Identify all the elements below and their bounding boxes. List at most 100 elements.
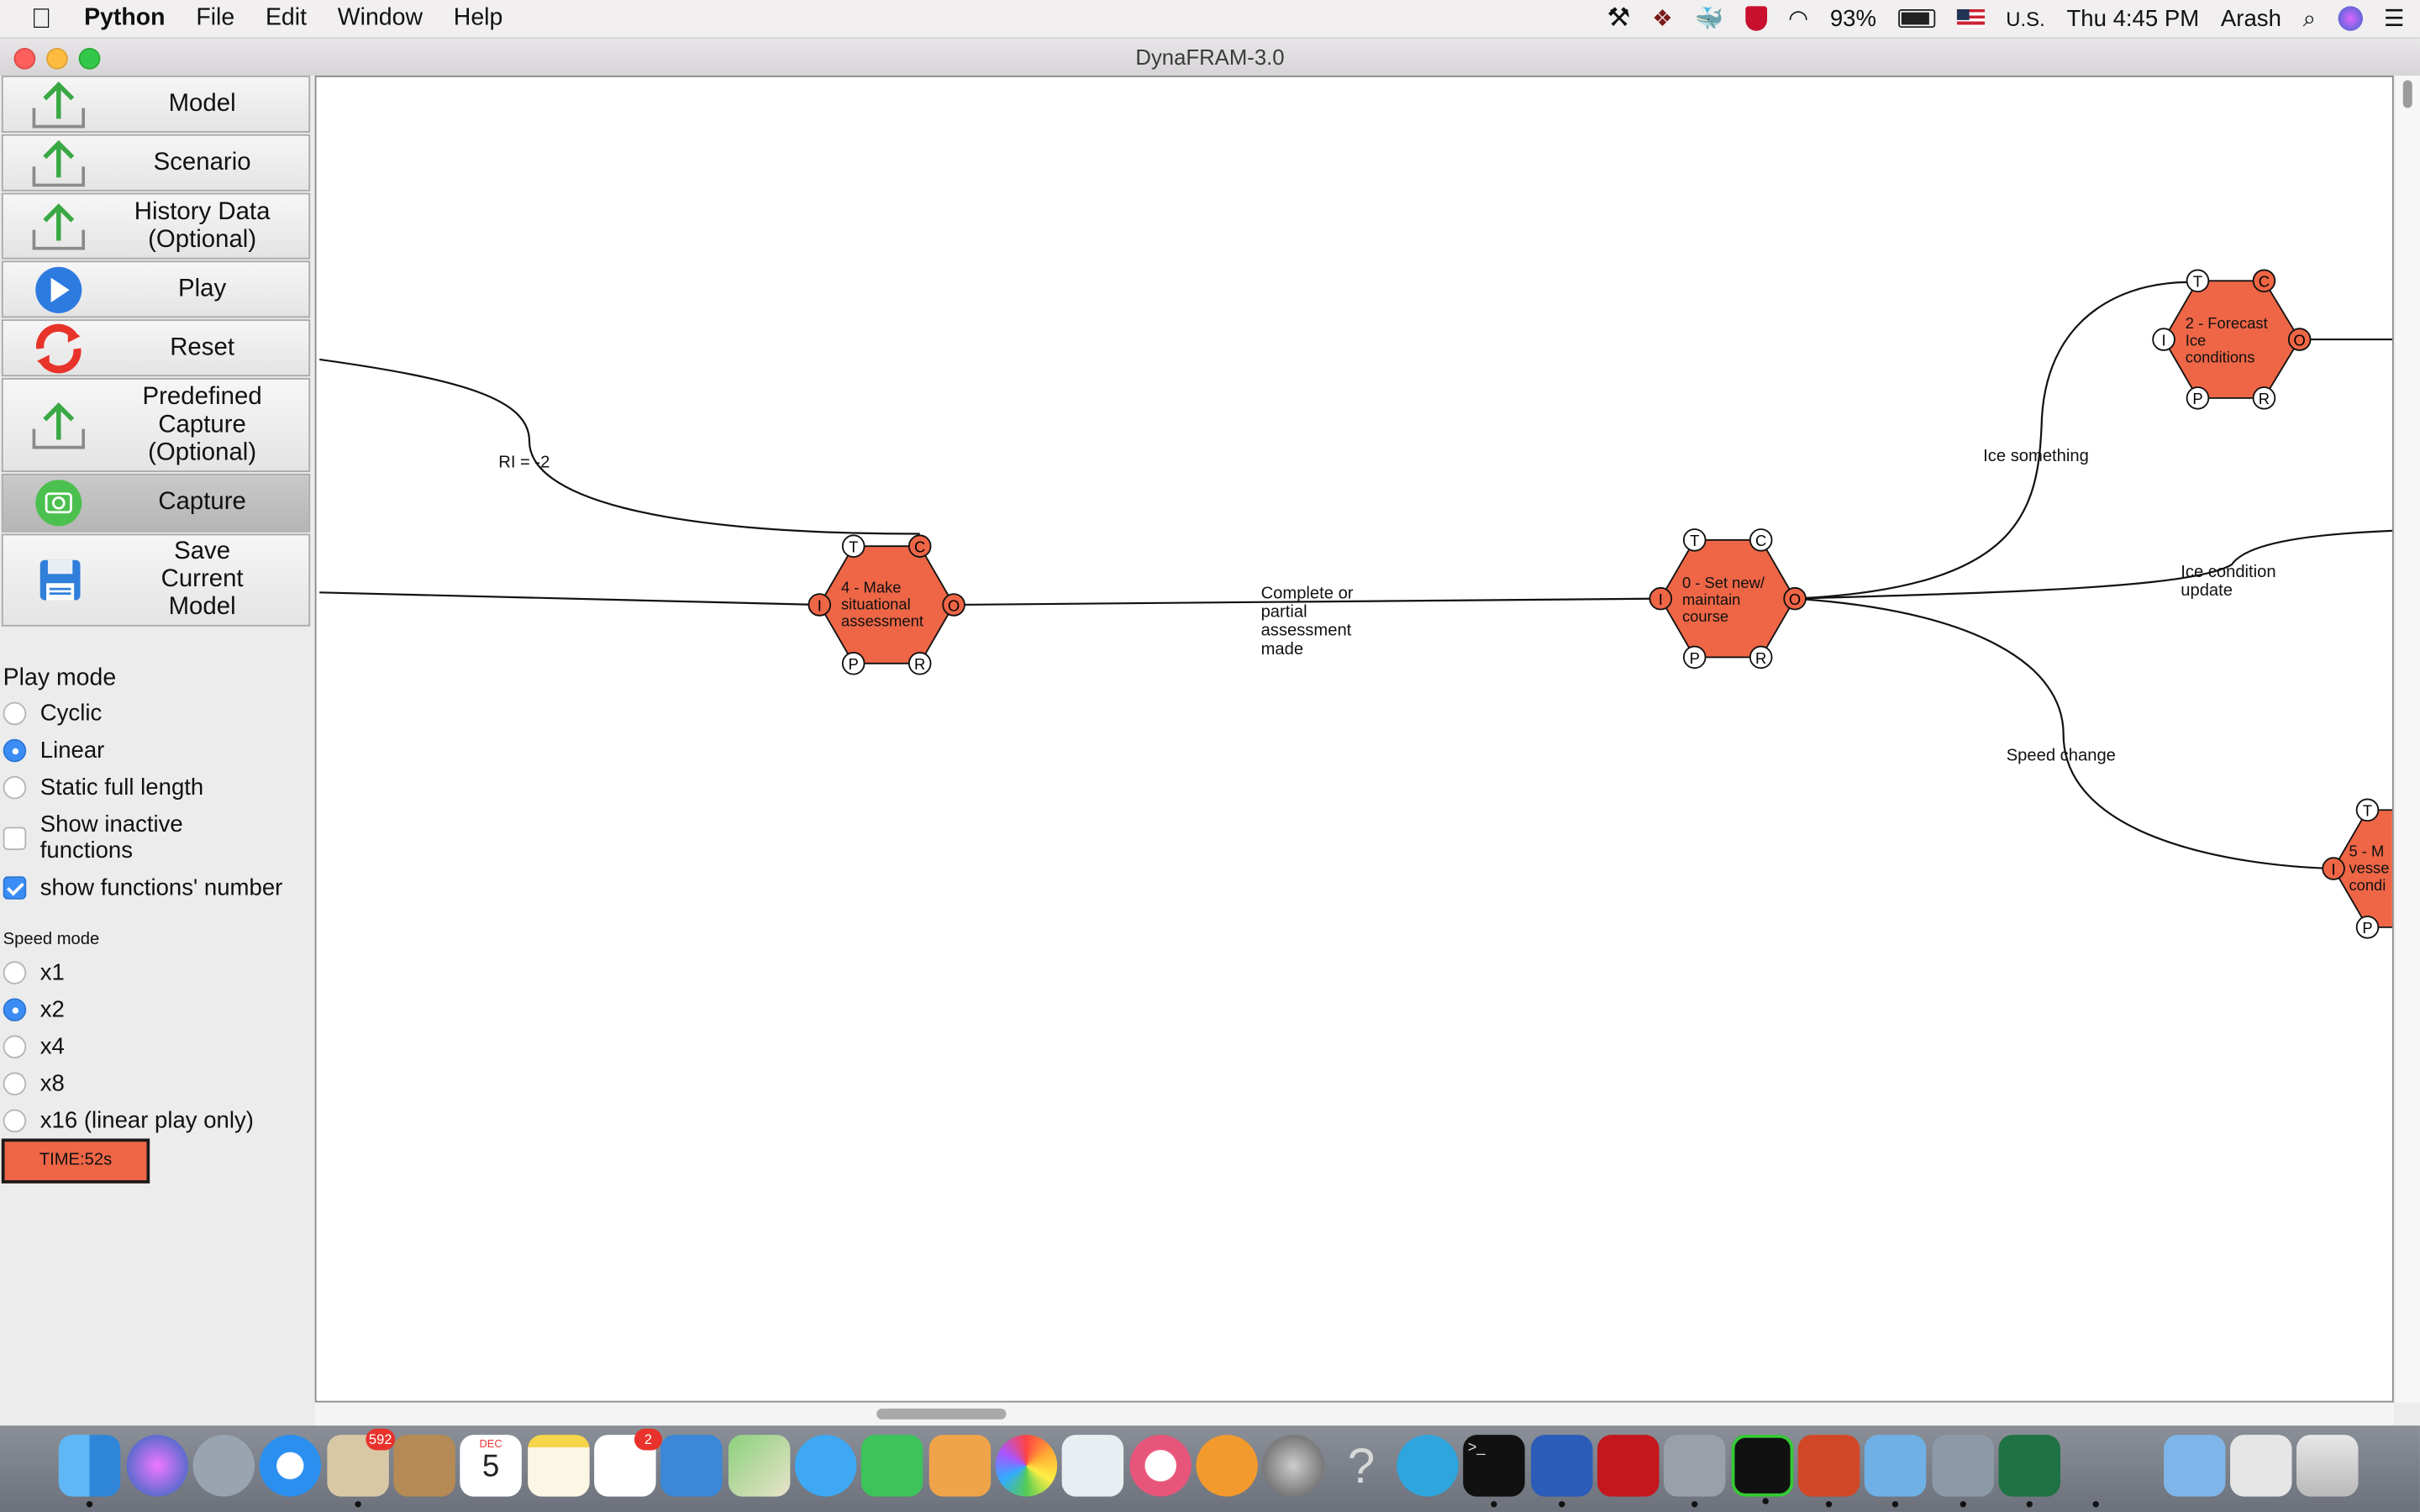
image-capture-icon[interactable] (1932, 1435, 1995, 1508)
user-name[interactable]: Arash (2221, 5, 2281, 31)
excel-icon[interactable] (1998, 1435, 2060, 1508)
speed-x8[interactable]: x8 (3, 1071, 65, 1097)
menu-file[interactable]: File (196, 5, 234, 33)
function-label: maintain (1682, 591, 1740, 608)
siri-icon[interactable] (2337, 6, 2363, 31)
keynote-icon[interactable] (660, 1435, 723, 1497)
antivirus-shield-icon[interactable] (1744, 6, 1767, 31)
help-icon[interactable]: ? (1330, 1435, 1392, 1496)
function-node-2[interactable]: 2 - Forecast Ice conditions T C I O P R (2152, 269, 2312, 410)
load-model-button[interactable]: Model (1, 75, 311, 133)
aspect-letter: I (1659, 591, 1663, 608)
checkbox[interactable] (3, 876, 27, 900)
aspect-letter: I (2161, 331, 2165, 349)
menu-help[interactable]: Help (454, 5, 503, 33)
preview-app-icon[interactable] (1864, 1435, 1927, 1508)
contacts-icon[interactable] (393, 1435, 455, 1497)
app-menu[interactable]: Python (84, 5, 165, 33)
save-current-model-button[interactable]: Save Current Model (1, 533, 311, 627)
ibooks-icon[interactable] (1196, 1435, 1258, 1497)
play-mode-static[interactable]: Static full length (3, 774, 203, 801)
hammer-icon[interactable]: ⚒ (1607, 3, 1630, 34)
system-preferences-icon[interactable] (1262, 1435, 1324, 1497)
preview-icon[interactable] (929, 1435, 992, 1497)
radio-button[interactable] (3, 701, 27, 726)
button-label: Model (168, 90, 236, 117)
scroll-thumb[interactable] (876, 1408, 1007, 1420)
finder-icon[interactable] (58, 1435, 121, 1508)
powerpoint-icon[interactable] (1797, 1435, 1860, 1508)
reminders-icon[interactable]: 2 (594, 1428, 662, 1497)
downloads-folder-icon[interactable] (2164, 1435, 2226, 1497)
battery-percent[interactable]: 93% (1830, 5, 1876, 31)
radio-button[interactable] (3, 738, 27, 763)
option-label: x4 (39, 1033, 65, 1060)
clock[interactable]: Thu 4:45 PM (2066, 5, 2199, 31)
play-button[interactable]: Play (1, 260, 311, 318)
radio-button[interactable] (3, 1072, 27, 1096)
radio-button[interactable] (3, 775, 27, 800)
maps-icon[interactable] (728, 1435, 791, 1497)
load-scenario-button[interactable]: Scenario (1, 134, 311, 192)
photos-icon[interactable] (995, 1435, 1058, 1497)
radio-button[interactable] (3, 1109, 27, 1133)
notes-icon[interactable] (528, 1435, 590, 1497)
docker-icon[interactable]: 🐳 (1695, 5, 1723, 32)
trash-icon[interactable] (2296, 1435, 2359, 1497)
itunes-icon[interactable] (1129, 1435, 1192, 1497)
speed-x16[interactable]: x16 (linear play only) (3, 1108, 254, 1134)
safari-icon[interactable] (259, 1435, 322, 1497)
function-node-4[interactable]: 4 - Make situational assessment T C I O P … (808, 534, 965, 675)
option-label: x8 (39, 1070, 65, 1097)
predefined-capture-button[interactable]: Predefined Capture (Optional) (1, 377, 311, 473)
documents-stack-icon[interactable] (2230, 1435, 2292, 1497)
reset-button[interactable]: Reset (1, 319, 311, 377)
dropbox-icon[interactable]: ❖ (1652, 5, 1673, 32)
load-history-data-button[interactable]: History Data (Optional) (1, 192, 311, 260)
model-canvas[interactable]: RI = -2 Complete or partial assessment m… (314, 75, 2394, 1403)
checkbox[interactable] (3, 827, 27, 851)
messages-icon[interactable] (794, 1435, 857, 1497)
notification-center-icon[interactable]: ☰ (2384, 5, 2405, 32)
siri-icon[interactable] (126, 1435, 189, 1497)
radio-button[interactable] (3, 998, 27, 1021)
python-launcher-icon[interactable] (2065, 1435, 2127, 1508)
capture-button[interactable]: Capture (1, 473, 311, 533)
speed-x2[interactable]: x2 (3, 997, 65, 1023)
pycharm-icon[interactable] (1731, 1435, 1794, 1504)
apple-menu-icon[interactable]:  (31, 3, 52, 35)
fram-diagram[interactable]: RI = -2 Complete or partial assessment m… (317, 77, 2394, 1403)
spotlight-search-icon[interactable]: ⌕ (2303, 5, 2316, 31)
calendar-icon[interactable]: DEC 5 (460, 1435, 522, 1497)
mail-icon[interactable]: 592 (327, 1428, 396, 1508)
scroll-thumb[interactable] (2402, 80, 2412, 108)
wifi-icon[interactable]: ◠ (1788, 5, 1808, 32)
terminal-icon[interactable]: >_ (1463, 1435, 1525, 1508)
play-mode-linear[interactable]: Linear (3, 738, 104, 764)
menu-edit[interactable]: Edit (266, 5, 307, 33)
show-inactive-functions-checkbox[interactable]: Show inactive functions (3, 811, 210, 864)
xcode-tools-icon[interactable] (1663, 1435, 1726, 1508)
function-node-0[interactable]: 0 - Set new/maintain course T C I O P R (1649, 528, 1807, 669)
flag-us-icon[interactable] (1956, 9, 1985, 29)
acrobat-icon[interactable] (1597, 1435, 1660, 1497)
launchpad-icon[interactable] (192, 1435, 255, 1497)
facetime-icon[interactable] (860, 1435, 923, 1497)
speed-x4[interactable]: x4 (3, 1034, 65, 1060)
vertical-scrollbar[interactable] (2395, 75, 2420, 1403)
camera-icon (35, 480, 82, 527)
speed-x1[interactable]: x1 (3, 959, 65, 986)
word-icon[interactable] (1531, 1435, 1593, 1508)
battery-icon[interactable] (1897, 9, 1935, 29)
horizontal-scrollbar[interactable] (314, 1402, 2394, 1426)
radio-button[interactable] (3, 961, 27, 984)
radio-button[interactable] (3, 1035, 27, 1058)
numbers-icon[interactable] (1061, 1435, 1124, 1497)
telegram-icon[interactable] (1397, 1435, 1459, 1497)
function-node-5[interactable]: 5 - Mvesse condi T I P (2322, 798, 2393, 939)
input-source-label[interactable]: U.S. (2006, 7, 2044, 30)
play-mode-cyclic[interactable]: Cyclic (3, 701, 102, 727)
menu-window[interactable]: Window (338, 5, 423, 33)
menu-bar:  Python File Edit Window Help ⚒ ❖ 🐳 ◠ 9… (0, 0, 2420, 39)
show-function-numbers-checkbox[interactable]: show functions' number (3, 874, 283, 901)
